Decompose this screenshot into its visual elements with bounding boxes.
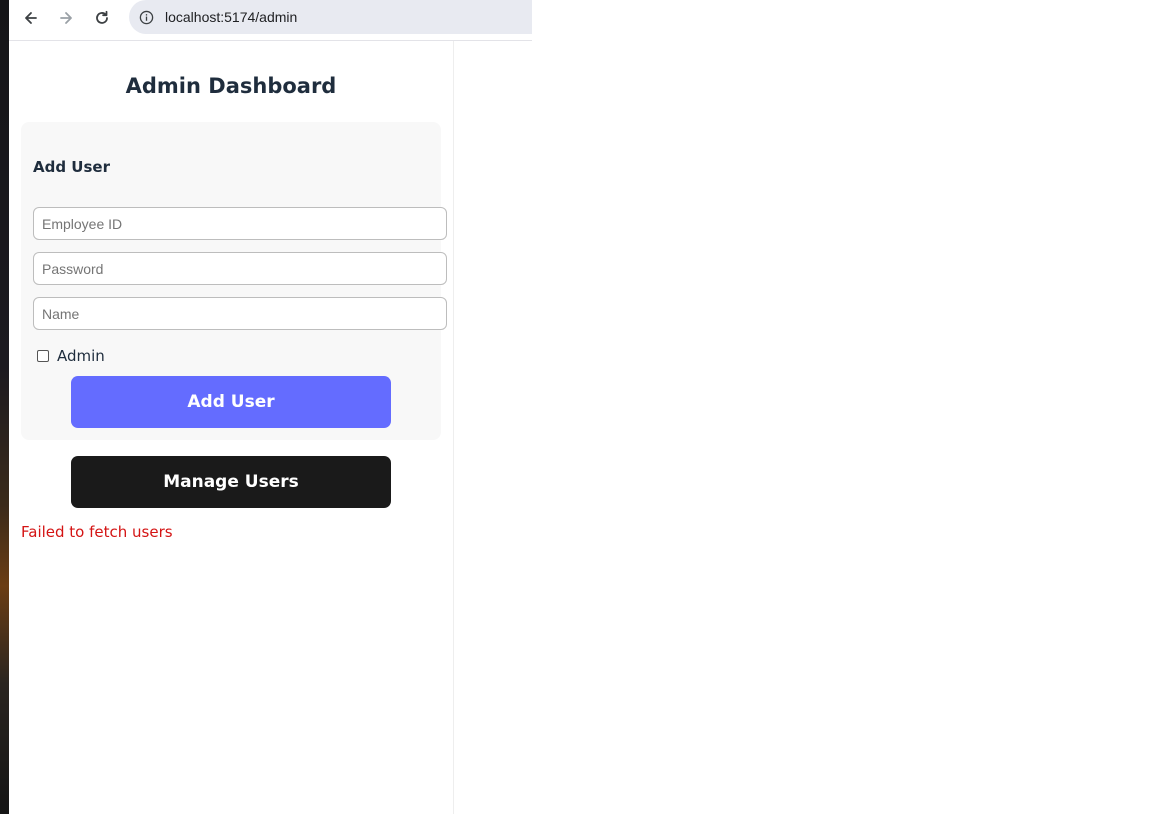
page-title: Admin Dashboard — [125, 74, 337, 98]
reload-button[interactable] — [89, 5, 115, 31]
address-bar[interactable]: localhost:5174/admin — [129, 0, 532, 34]
admin-page: Admin Dashboard Add User Admin Add User … — [9, 41, 454, 814]
browser-toolbar: localhost:5174/admin — [9, 0, 532, 41]
forward-button[interactable] — [53, 5, 79, 31]
admin-checkbox-row[interactable]: Admin — [37, 347, 105, 365]
manage-users-button[interactable]: Manage Users — [71, 456, 391, 508]
info-icon[interactable] — [138, 9, 154, 25]
url-text[interactable]: localhost:5174/admin — [165, 9, 297, 25]
employee-id-input[interactable] — [33, 207, 447, 240]
admin-checkbox[interactable] — [37, 350, 49, 362]
name-input[interactable] — [33, 297, 447, 330]
password-input[interactable] — [33, 252, 447, 285]
reload-icon — [96, 10, 108, 24]
add-user-button[interactable]: Add User — [71, 376, 391, 428]
back-button[interactable] — [18, 5, 44, 31]
desktop-wallpaper-strip — [0, 0, 9, 814]
add-user-heading: Add User — [33, 158, 110, 176]
error-message: Failed to fetch users — [21, 523, 173, 541]
forward-arrow-icon — [60, 12, 72, 24]
add-user-card: Add User Admin Add User — [21, 122, 447, 440]
back-arrow-icon — [25, 12, 37, 24]
admin-checkbox-label: Admin — [57, 347, 105, 365]
